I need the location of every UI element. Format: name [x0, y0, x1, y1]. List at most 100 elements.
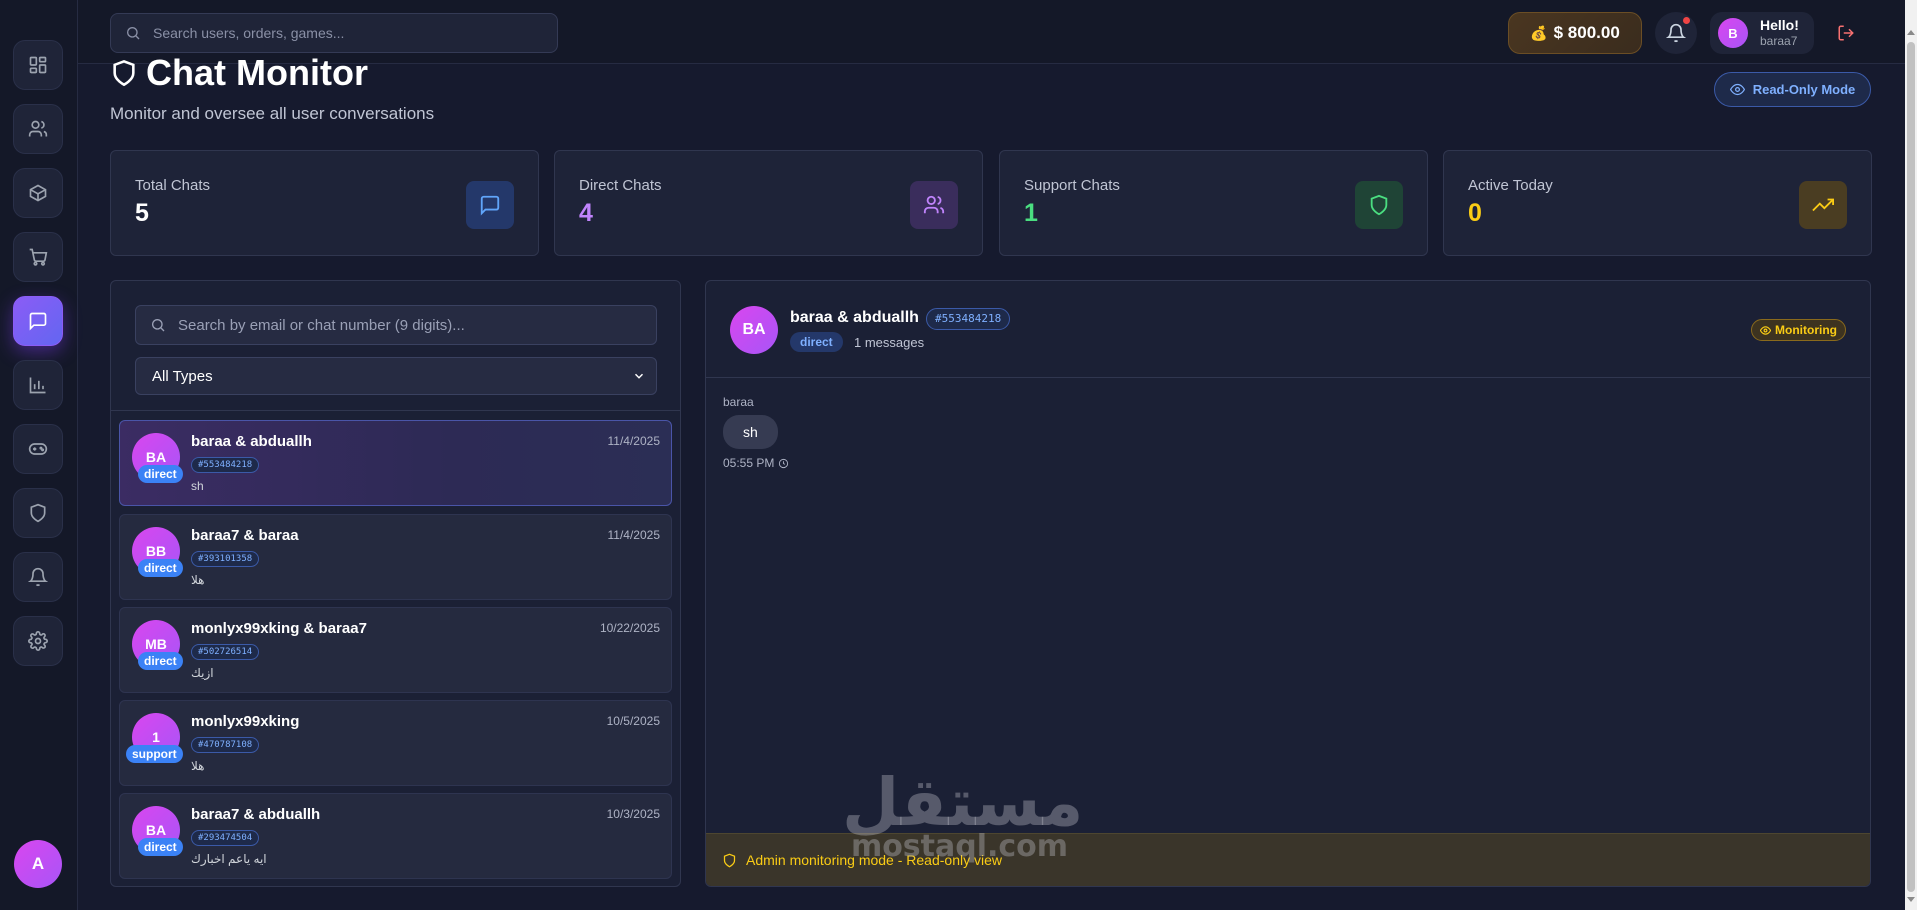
chat-participants: monlyx99xking [191, 713, 300, 730]
sidebar-item-chats[interactable] [13, 296, 63, 346]
stat-label: Direct Chats [579, 177, 662, 194]
balance-badge[interactable]: 💰 $ 800.00 [1508, 12, 1642, 54]
stat-icon-box [466, 181, 514, 229]
chat-type-select[interactable]: All Types [135, 357, 657, 395]
users-icon [923, 195, 945, 214]
stat-label: Total Chats [135, 177, 211, 194]
sidebar-item-users[interactable] [13, 104, 63, 154]
chat-search-input[interactable]: Search by email or chat number (9 digits… [135, 305, 657, 345]
global-search-input[interactable]: Search users, orders, games... [110, 13, 558, 53]
page-title-text: Chat Monitor [146, 52, 368, 93]
balance-amount: $ 800.00 [1553, 23, 1620, 42]
scroll-down-arrow[interactable] [1907, 897, 1915, 902]
chat-type-badge: direct [138, 559, 183, 577]
chat-number-badge: #553484218 [191, 457, 260, 473]
eye-icon [1729, 83, 1745, 96]
page-subtitle: Monitor and oversee all user conversatio… [110, 104, 435, 123]
stat-icon-box [1355, 181, 1403, 229]
notification-dot [1683, 17, 1690, 24]
chat-date: 11/4/2025 [607, 434, 661, 448]
logout-icon [1838, 25, 1854, 41]
scrollbar-thumb[interactable] [1907, 42, 1915, 892]
clock-icon [779, 458, 789, 468]
settings-icon [28, 631, 48, 651]
user-menu[interactable]: B Hello! baraa7 [1710, 12, 1814, 54]
chat-number-badge: #470787108 [191, 737, 260, 753]
chat-number-badge: #502726514 [191, 644, 260, 660]
logout-button[interactable] [1833, 20, 1859, 46]
chat-list-item[interactable]: MB direct monlyx99xking & baraa7 10/22/2… [119, 607, 672, 693]
chat-number-badge: #293474504 [191, 830, 260, 846]
analytics-icon [29, 377, 46, 394]
stat-card-active-today: Active Today 0 [1443, 150, 1872, 256]
trending-up-icon [1812, 198, 1834, 212]
scroll-up-arrow[interactable] [1907, 30, 1915, 35]
page-title: Chat Monitor [110, 52, 368, 94]
chat-last-message: ايه ياعم اخبارك [191, 852, 267, 866]
money-bag-icon: 💰 [1530, 24, 1548, 41]
chat-type-badge: support [126, 745, 183, 763]
monitoring-label: Monitoring [1775, 323, 1837, 337]
chat-number-badge: #393101358 [191, 551, 260, 567]
package-icon [29, 184, 47, 202]
admin-avatar[interactable]: A [14, 840, 62, 888]
sidebar-item-notifications[interactable] [13, 552, 63, 602]
conversation-number-badge: #553484218 [926, 308, 1011, 330]
chat-date: 11/4/2025 [607, 528, 661, 542]
stat-card-support-chats: Support Chats 1 [999, 150, 1428, 256]
chat-list-item[interactable]: BA direct baraa7 & abduallh 10/3/2025 #2… [119, 793, 672, 879]
chat-last-message: ازيك [191, 666, 214, 680]
sidebar-item-dashboard[interactable] [13, 40, 63, 90]
stat-card-total-chats: Total Chats 5 [110, 150, 539, 256]
read-only-mode-button[interactable]: Read-Only Mode [1714, 72, 1871, 107]
sidebar-item-orders[interactable] [13, 232, 63, 282]
gamepad-icon [28, 443, 48, 455]
stat-icon-box [1799, 181, 1847, 229]
conversation-avatar: BA [730, 306, 778, 354]
message-time: 05:55 PM [723, 456, 789, 470]
shield-icon [30, 503, 46, 523]
conversation-panel: BA baraa & abduallh #553484218 direct 1 … [705, 280, 1871, 887]
shield-icon [1370, 194, 1388, 216]
chat-type-badge: direct [138, 838, 183, 856]
sidebar-item-products[interactable] [13, 168, 63, 218]
stat-label: Active Today [1468, 177, 1553, 194]
chat-icon [29, 312, 47, 331]
page-scrollbar[interactable] [1905, 0, 1917, 910]
stat-value: 5 [135, 199, 149, 227]
stat-card-direct-chats: Direct Chats 4 [554, 150, 983, 256]
chat-last-message: هلا [191, 573, 205, 587]
chat-list-panel: Search by email or chat number (9 digits… [110, 280, 681, 887]
stat-value: 4 [579, 199, 593, 227]
stat-icon-box [910, 181, 958, 229]
chat-search-placeholder: Search by email or chat number (9 digits… [178, 316, 465, 334]
divider [111, 410, 680, 411]
sidebar-item-security[interactable] [13, 488, 63, 538]
monitoring-footer-text: Admin monitoring mode - Read-only view [746, 852, 1002, 868]
sidebar-item-games[interactable] [13, 424, 63, 474]
stat-label: Support Chats [1024, 177, 1120, 194]
chat-date: 10/22/2025 [599, 621, 660, 635]
eye-icon [1760, 325, 1772, 335]
chat-list-item[interactable]: BB direct baraa7 & baraa 11/4/2025 #3931… [119, 514, 672, 600]
chat-type-badge: direct [138, 465, 183, 483]
stat-value: 1 [1024, 199, 1038, 227]
shield-icon [113, 59, 135, 87]
sidebar-item-settings[interactable] [13, 616, 63, 666]
bell-icon [28, 567, 48, 587]
chat-last-message: هلا [191, 759, 205, 773]
monitoring-footer: Admin monitoring mode - Read-only view [706, 833, 1870, 886]
chat-participants: baraa7 & abduallh [191, 806, 321, 823]
chat-list-item[interactable]: BA direct baraa & abduallh 11/4/2025 #55… [119, 420, 672, 506]
chat-participants: baraa7 & baraa [191, 527, 299, 544]
chat-date: 10/5/2025 [606, 714, 660, 728]
read-only-label: Read-Only Mode [1752, 82, 1856, 97]
users-icon [28, 120, 48, 137]
chat-date: 10/3/2025 [606, 807, 660, 821]
message-time-text: 05:55 PM [723, 456, 775, 470]
greeting-text: Hello! [1760, 17, 1799, 33]
chat-list-item[interactable]: 1 support monlyx99xking 10/5/2025 #47078… [119, 700, 672, 786]
notifications-button[interactable] [1655, 12, 1697, 54]
sidebar-item-analytics[interactable] [13, 360, 63, 410]
sidebar: A [0, 0, 78, 910]
